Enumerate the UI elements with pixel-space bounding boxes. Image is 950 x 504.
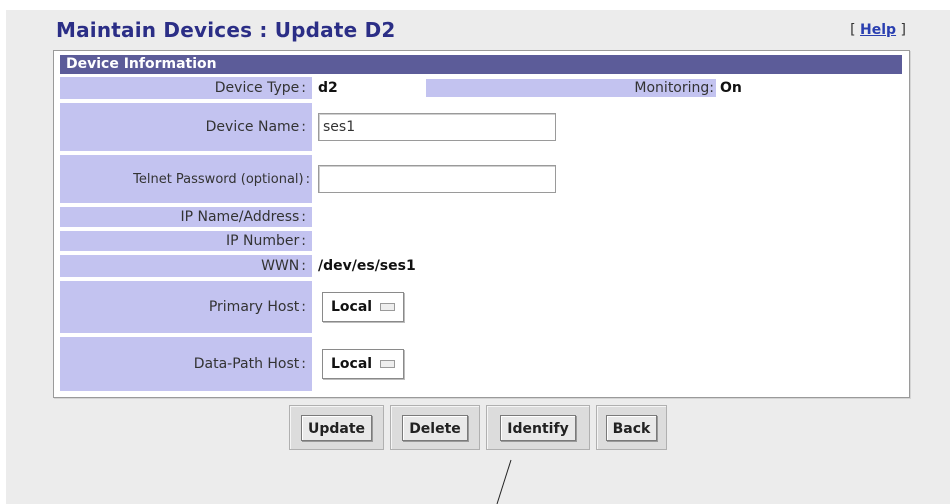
help-bracket-open: [	[850, 22, 861, 38]
page-title: Maintain Devices : Update D2	[56, 18, 396, 42]
update-button-label: Update	[300, 414, 373, 441]
data-path-host-select[interactable]: Local	[322, 349, 405, 379]
row-primary-host: Primary Host: Local	[60, 281, 902, 333]
row-telnet-password: Telnet Password (optional):	[60, 155, 902, 203]
primary-host-select[interactable]: Local	[322, 292, 405, 322]
dropdown-indicator-icon	[380, 360, 396, 368]
help-link-container: [ Help ]	[850, 22, 906, 38]
back-button-label: Back	[605, 414, 658, 441]
device-type-label: Device Type:	[60, 77, 312, 99]
telnet-password-cell	[318, 155, 556, 203]
telnet-password-label: Telnet Password (optional):	[60, 155, 312, 203]
primary-host-label: Primary Host:	[60, 281, 312, 333]
primary-host-selected: Local	[331, 299, 373, 315]
update-button[interactable]: Update	[289, 405, 384, 450]
ip-name-label: IP Name/Address:	[60, 207, 312, 227]
data-path-host-label: Data-Path Host:	[60, 337, 312, 391]
row-data-path-host: Data-Path Host: Local	[60, 337, 902, 391]
help-link[interactable]: Help	[860, 22, 896, 38]
device-information-form: Device Information Device Type: d2 Monit…	[53, 50, 910, 398]
data-path-host-cell: Local	[318, 337, 405, 391]
identify-button-label: Identify	[500, 414, 576, 441]
row-ip-number: IP Number:	[60, 231, 902, 251]
data-path-host-selected: Local	[331, 356, 373, 372]
device-name-cell	[318, 103, 556, 151]
row-ip-name: IP Name/Address:	[60, 207, 902, 227]
monitoring-label: Monitoring:	[426, 79, 716, 97]
back-button[interactable]: Back	[596, 405, 667, 450]
section-header: Device Information	[60, 55, 902, 74]
identify-button[interactable]: Identify	[486, 405, 590, 450]
device-type-value: d2	[318, 80, 338, 96]
action-button-row: Update Delete Identify Back	[0, 405, 950, 451]
dropdown-indicator-icon	[380, 303, 396, 311]
primary-host-cell: Local	[318, 281, 405, 333]
ip-number-label: IP Number:	[60, 231, 312, 251]
telnet-password-input[interactable]	[318, 165, 556, 193]
row-device-type: Device Type: d2 Monitoring: On	[60, 77, 902, 99]
delete-button-label: Delete	[402, 414, 468, 441]
device-name-label: Device Name:	[60, 103, 312, 151]
row-device-name: Device Name:	[60, 103, 902, 151]
monitoring-value: On	[720, 80, 742, 96]
device-name-input[interactable]	[318, 113, 556, 141]
delete-button[interactable]: Delete	[390, 405, 480, 450]
help-bracket-close: ]	[896, 22, 906, 38]
wwn-value: /dev/es/ses1	[318, 258, 416, 274]
row-wwn: WWN: /dev/es/ses1	[60, 255, 902, 277]
wwn-label: WWN:	[60, 255, 312, 277]
